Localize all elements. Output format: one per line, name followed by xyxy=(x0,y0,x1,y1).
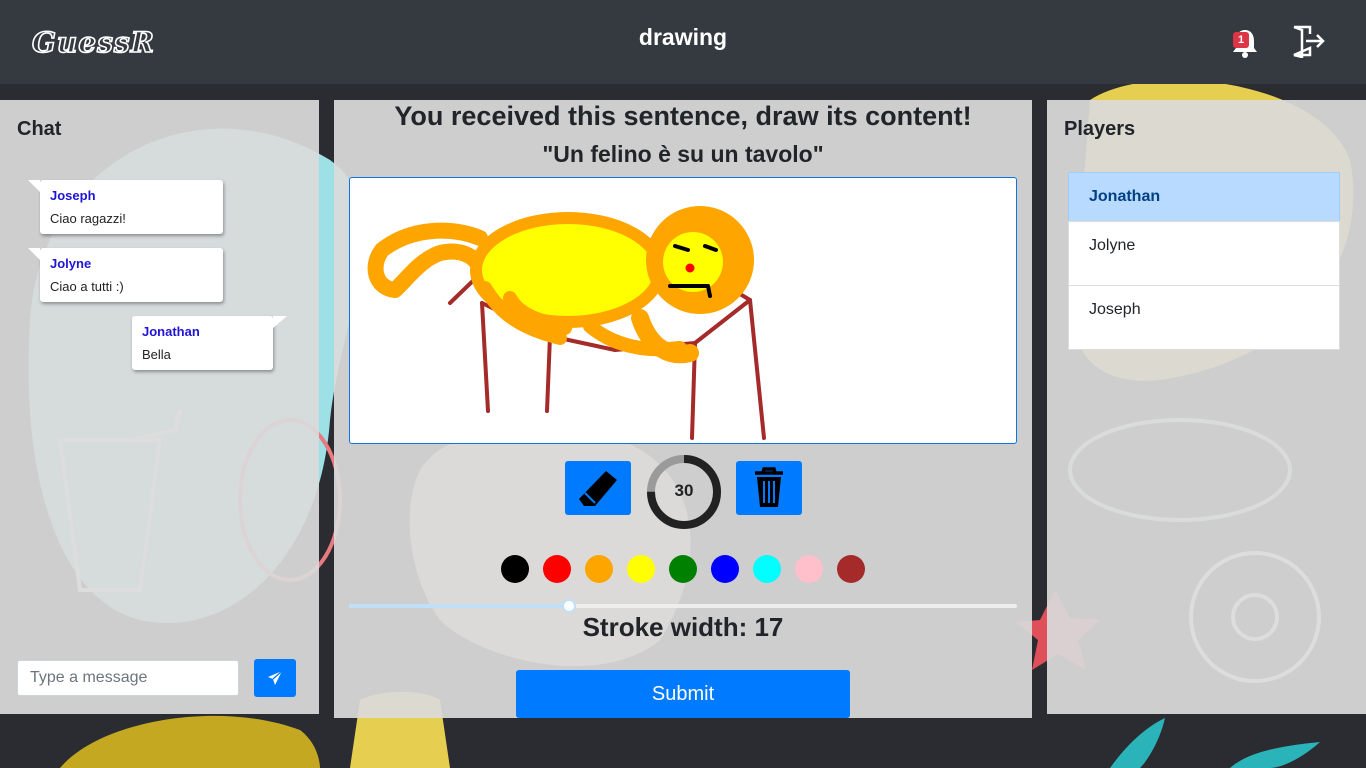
chat-title: Chat xyxy=(17,118,62,140)
eraser-button[interactable] xyxy=(565,461,631,515)
notification-badge: 1 xyxy=(1233,32,1249,48)
players-panel: Players Jonathan Jolyne Joseph xyxy=(1047,100,1366,714)
color-swatch-brown[interactable] xyxy=(837,555,865,583)
chat-message: Jolyne Ciao a tutti :) xyxy=(28,248,223,302)
message-author: Jonathan xyxy=(142,324,200,339)
stroke-width-label: Stroke width: 17 xyxy=(582,612,784,642)
color-swatch-cyan[interactable] xyxy=(753,555,781,583)
message-text: Ciao ragazzi! xyxy=(50,211,126,226)
color-swatch-pink[interactable] xyxy=(795,555,823,583)
page-title: drawing xyxy=(638,24,728,50)
drawing-canvas[interactable] xyxy=(349,177,1017,444)
chat-message: Joseph Ciao ragazzi! xyxy=(28,180,223,234)
color-swatch-blue[interactable] xyxy=(711,555,739,583)
top-navbar: GuessR drawing 1 xyxy=(0,0,1366,84)
message-input[interactable] xyxy=(17,660,239,696)
player-item-joseph[interactable]: Joseph xyxy=(1068,285,1340,350)
color-swatch-red[interactable] xyxy=(543,555,571,583)
trash-icon xyxy=(755,467,783,507)
color-swatch-yellow[interactable] xyxy=(627,555,655,583)
clear-canvas-button[interactable] xyxy=(736,461,802,515)
instruction-heading: You received this sentence, draw its con… xyxy=(394,101,972,131)
eraser-icon xyxy=(579,471,617,506)
message-author: Jolyne xyxy=(50,256,92,271)
player-item-jolyne[interactable]: Jolyne xyxy=(1068,221,1340,286)
color-swatch-orange[interactable] xyxy=(585,555,613,583)
chat-panel: Chat Joseph Ciao ragazzi! Jolyne Ciao a … xyxy=(0,100,319,714)
timer-value: 30 xyxy=(674,481,694,500)
slider-thumb[interactable] xyxy=(562,599,577,613)
send-button[interactable] xyxy=(254,659,296,697)
message-text: Ciao a tutti :) xyxy=(50,279,124,294)
chat-message: Jonathan Bella xyxy=(132,316,287,370)
message-text: Bella xyxy=(142,347,171,362)
paper-plane-icon xyxy=(268,670,283,685)
drawing-panel: You received this sentence, draw its con… xyxy=(334,100,1032,718)
submit-button[interactable]: Submit xyxy=(516,670,850,718)
sentence-to-draw: "Un felino è su un tavolo" xyxy=(542,141,824,167)
color-swatch-green[interactable] xyxy=(669,555,697,583)
players-title: Players xyxy=(1064,118,1136,140)
player-item-jonathan[interactable]: Jonathan xyxy=(1068,172,1340,222)
player-list: Jonathan Jolyne Joseph xyxy=(1068,172,1340,350)
message-author: Joseph xyxy=(50,188,96,203)
stroke-width-slider[interactable] xyxy=(349,599,1017,613)
slider-fill xyxy=(349,604,570,608)
color-swatch-black[interactable] xyxy=(501,555,529,583)
drawing-strokes xyxy=(367,206,766,440)
logout-icon[interactable] xyxy=(1290,24,1326,58)
